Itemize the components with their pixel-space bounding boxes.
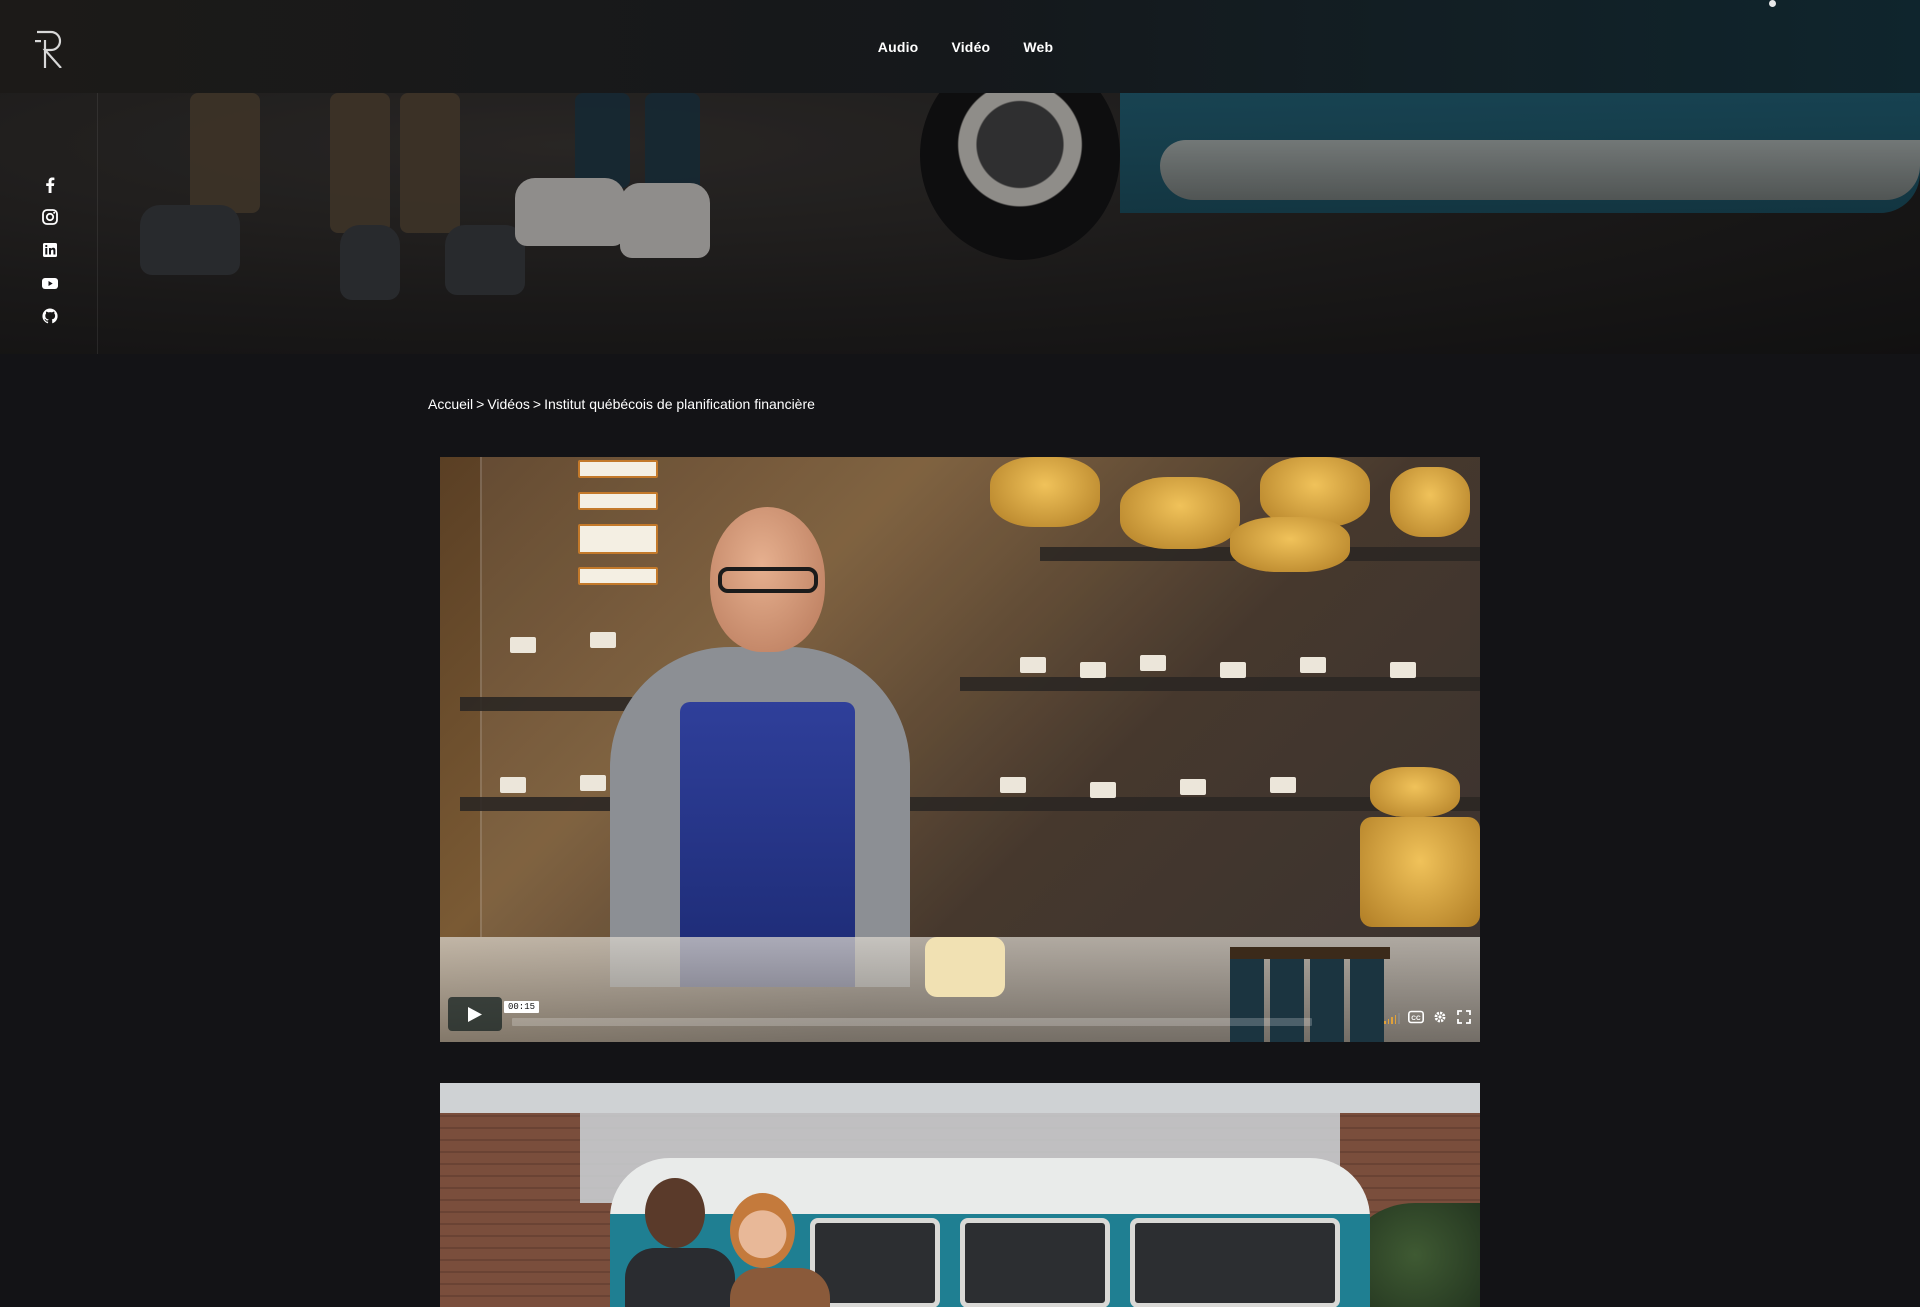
time-tooltip: 00:15 — [504, 1001, 540, 1013]
breadcrumb-separator: > — [532, 396, 542, 412]
fullscreen-icon[interactable] — [1456, 1010, 1472, 1024]
video-player[interactable]: 00:15 CC — [440, 457, 1480, 1042]
volume-icon[interactable] — [1384, 1010, 1400, 1024]
main-nav: Audio Vidéo Web — [0, 0, 1920, 93]
breadcrumb: Accueil > Vidéos > Institut québécois de pla… — [428, 396, 815, 412]
nav-item-video[interactable]: Vidéo — [951, 39, 990, 55]
facebook-icon[interactable] — [38, 172, 62, 196]
progress-bar[interactable] — [512, 1018, 1312, 1026]
nav-item-web[interactable]: Web — [1023, 39, 1053, 55]
video-thumbnail[interactable] — [440, 1083, 1480, 1307]
youtube-icon[interactable] — [38, 271, 62, 295]
cheese-vendor — [610, 507, 910, 987]
smiling-couple — [625, 1178, 835, 1307]
play-button[interactable] — [448, 997, 502, 1031]
video-controls: 00:15 CC — [448, 997, 1472, 1031]
play-icon — [468, 1007, 482, 1022]
breadcrumb-separator: > — [476, 396, 485, 412]
settings-icon[interactable] — [1432, 1010, 1448, 1024]
svg-text:CC: CC — [1411, 1015, 1421, 1022]
breadcrumb-videos-link[interactable]: Vidéos — [487, 396, 530, 412]
breadcrumb-home-link[interactable]: Accueil — [428, 396, 473, 412]
github-icon[interactable] — [38, 304, 62, 328]
instagram-icon[interactable] — [38, 205, 62, 229]
breadcrumb-current: Institut québécois de planification fina… — [544, 396, 815, 412]
sidebar-divider — [97, 93, 98, 354]
linkedin-icon[interactable] — [38, 238, 62, 262]
top-navbar: Audio Vidéo Web — [0, 0, 1920, 93]
social-sidebar — [38, 172, 62, 337]
price-sign — [578, 460, 658, 478]
indicator-dot — [1769, 0, 1776, 7]
nav-item-audio[interactable]: Audio — [878, 39, 919, 55]
captions-icon[interactable]: CC — [1408, 1010, 1424, 1024]
